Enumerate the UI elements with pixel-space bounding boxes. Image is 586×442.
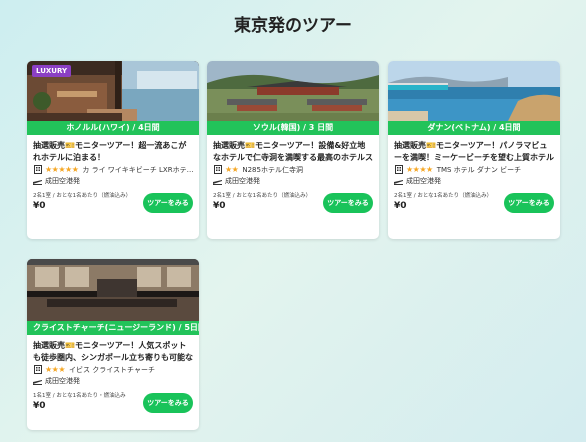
hotel-row: ★★★★★ カ ライ ワイキキビーチ LXRホテ…: [33, 164, 193, 175]
departure-airport: 成田空港発: [406, 176, 441, 185]
tour-description[interactable]: 抽選販売🎫モニターツアー！パノラマビューを満喫！ミーケービーチを望む上質ホテルに…: [394, 140, 554, 164]
star-rating: ★★★★: [406, 165, 433, 174]
tour-photo-honolulu[interactable]: LUXURY: [27, 61, 199, 121]
hotel-row: ★★ N285ホテル仁寺洞: [213, 164, 373, 175]
star-rating: ★★: [225, 165, 239, 174]
departure-airport: 成田空港発: [45, 376, 80, 385]
luxury-badge: LUXURY: [32, 65, 72, 77]
tour-destination: クライストチャーチ(ニュージーランド) / 5日間: [27, 321, 199, 335]
star-rating: ★★★★★: [45, 165, 79, 174]
tour-card-danang[interactable]: ダナン(ベトナム) / 4日間 抽選販売🎫モニターツアー！パノラマビューを満喫！…: [388, 61, 560, 239]
view-tour-button[interactable]: ツアーをみる: [504, 193, 554, 213]
view-tour-button[interactable]: ツアーをみる: [323, 193, 373, 213]
hotel-icon: [33, 165, 42, 174]
hotel-name: N285ホテル仁寺洞: [242, 165, 303, 174]
plane-icon: [33, 376, 42, 385]
hotel-name: イビス クライストチャーチ: [69, 365, 155, 374]
tour-photo-seoul[interactable]: [207, 61, 379, 121]
hotel-name: TMS ホテル ダナン ビーチ: [436, 165, 522, 174]
departure-airport: 成田空港発: [225, 176, 260, 185]
hotel-row: ★★★ イビス クライストチャーチ: [33, 364, 193, 375]
hotel-row: ★★★★ TMS ホテル ダナン ビーチ: [394, 164, 554, 175]
departure-row: 成田空港発: [33, 175, 193, 186]
departure-row: 成田空港発: [394, 175, 554, 186]
tour-description[interactable]: 抽選販売🎫モニターツアー！超一流あこがれホテルに泊まる！: [33, 140, 193, 164]
tour-card-christchurch[interactable]: クライストチャーチ(ニュージーランド) / 5日間 抽選販売🎫モニターツアー！人…: [27, 259, 199, 430]
tour-card-honolulu[interactable]: LUXURY ホノルル(ハワイ) / 4日間 抽選販売🎫モニターツアー！超一流あ…: [27, 61, 199, 239]
departure-airport: 成田空港発: [45, 176, 80, 185]
tour-description[interactable]: 抽選販売🎫モニターツアー！人気スポットも徒歩圏内、シンガポール立ち寄りも可能なお…: [33, 340, 193, 364]
plane-icon: [213, 176, 222, 185]
page-title: 東京発のツアー: [234, 16, 352, 36]
tour-destination: ホノルル(ハワイ) / 4日間: [27, 121, 199, 135]
tour-destination: ダナン(ベトナム) / 4日間: [388, 121, 560, 135]
view-tour-button[interactable]: ツアーをみる: [143, 393, 193, 413]
tour-destination: ソウル(韓国) / 3 日間: [207, 121, 379, 135]
tour-photo-christchurch[interactable]: [27, 259, 199, 321]
departure-row: 成田空港発: [213, 175, 373, 186]
hotel-name: カ ライ ワイキキビーチ LXRホテ…: [82, 165, 193, 174]
hotel-icon: [213, 165, 222, 174]
plane-icon: [394, 176, 403, 185]
tour-photo-danang[interactable]: [388, 61, 560, 121]
plane-icon: [33, 176, 42, 185]
view-tour-button[interactable]: ツアーをみる: [143, 193, 193, 213]
tour-card-seoul[interactable]: ソウル(韓国) / 3 日間 抽選販売🎫モニターツアー！設備&好立地なホテルで仁…: [207, 61, 379, 239]
tour-description[interactable]: 抽選販売🎫モニターツアー！設備&好立地なホテルで仁寺洞を満喫する最高のホテルステ…: [213, 140, 373, 164]
hotel-icon: [394, 165, 403, 174]
hotel-icon: [33, 365, 42, 374]
star-rating: ★★★: [45, 365, 66, 374]
departure-row: 成田空港発: [33, 375, 193, 386]
